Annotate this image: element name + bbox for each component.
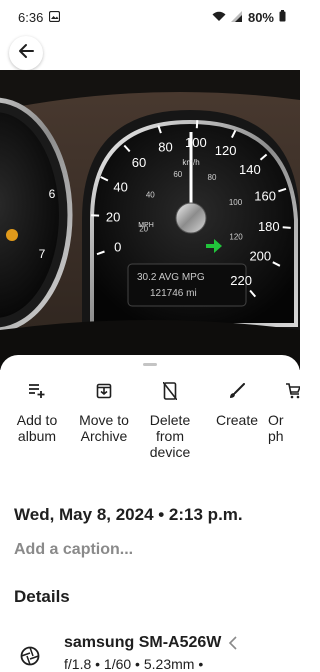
speed-tick-label: 20 <box>106 209 120 224</box>
status-time: 6:36 <box>18 10 43 25</box>
delete-from-device-button[interactable]: Delete from device <box>136 379 204 460</box>
kmh-tick-label: 100 <box>229 198 243 207</box>
photo-date-time: Wed, May 8, 2024 • 2:13 p.m. <box>14 505 243 525</box>
archive-icon <box>96 383 112 404</box>
kmh-tick-label: 120 <box>229 232 243 241</box>
left-gauge-label: 6 <box>49 187 56 201</box>
chevron-left-icon <box>228 636 238 655</box>
speed-tick-label: 220 <box>230 273 252 288</box>
kmh-tick-label: 60 <box>173 170 182 179</box>
speed-tick-label: 200 <box>249 249 271 264</box>
caption-input[interactable]: Add a caption... <box>14 541 133 559</box>
status-bar: 6:36 80% <box>0 0 300 34</box>
move-to-archive-button[interactable]: Move to Archive <box>70 379 138 444</box>
kmh-unit-label: km/h <box>182 158 199 167</box>
order-photos-label: Or ph <box>268 412 290 444</box>
move-to-archive-label: Move to Archive <box>70 412 138 444</box>
speed-tick-label: 100 <box>185 135 207 150</box>
kmh-tick-label: 80 <box>208 173 217 182</box>
action-row: Add to album Move to Archive Delete from… <box>0 379 300 489</box>
speed-tick-mark <box>283 227 291 228</box>
speed-tick-label: 180 <box>258 219 280 234</box>
add-to-album-button[interactable]: Add to album <box>3 379 71 444</box>
drag-handle[interactable] <box>143 363 157 366</box>
dashboard-photo: 0204060801001201401601802002202040608010… <box>0 70 300 370</box>
top-app-bar <box>0 34 300 72</box>
battery-icon <box>279 10 286 25</box>
camera-specs: f/1.8 • 1/60 • 5.23mm • <box>64 656 203 672</box>
create-label: Create <box>203 412 271 428</box>
create-button[interactable]: Create <box>203 379 271 428</box>
battery-percent: 80% <box>248 10 274 25</box>
aperture-icon <box>20 646 40 671</box>
add-to-playlist-icon <box>28 383 46 404</box>
wifi-icon <box>212 10 226 25</box>
speed-tick-label: 60 <box>132 155 146 170</box>
back-button[interactable] <box>9 36 43 70</box>
device-name: samsung SM-A526W <box>64 634 221 652</box>
device-info-row: samsung SM-A526W f/1.8 • 1/60 • 5.23mm • <box>0 630 300 670</box>
signal-icon <box>231 10 243 25</box>
lcd-average-mpg: 30.2 AVG MPG <box>137 272 205 283</box>
speed-tick-mark <box>197 120 198 128</box>
brush-icon <box>229 383 245 404</box>
speed-tick-label: 40 <box>113 180 127 195</box>
speed-tick-label: 0 <box>114 240 121 255</box>
add-to-album-label: Add to album <box>3 412 71 444</box>
order-photos-button[interactable]: Or ph <box>268 379 308 444</box>
arrow-back-icon <box>18 43 34 64</box>
gallery-notification-icon <box>49 10 60 25</box>
speed-tick-label: 140 <box>239 162 261 177</box>
photo-viewer[interactable]: 0204060801001201401601802002202040608010… <box>0 70 300 370</box>
speed-tick-label: 80 <box>158 139 172 154</box>
mph-unit-label: MPH <box>138 222 154 229</box>
delete-from-device-icon <box>163 382 177 405</box>
cart-icon <box>286 383 300 404</box>
speed-tick-label: 120 <box>215 143 237 158</box>
kmh-tick-label: 40 <box>146 191 155 200</box>
details-heading: Details <box>14 587 70 607</box>
lcd-odometer: 121746 mi <box>150 288 197 299</box>
delete-from-device-label: Delete from device <box>136 412 204 460</box>
speed-tick-label: 160 <box>254 189 276 204</box>
left-gauge-label: 7 <box>39 247 46 261</box>
info-sheet: Add to album Move to Archive Delete from… <box>0 355 300 667</box>
